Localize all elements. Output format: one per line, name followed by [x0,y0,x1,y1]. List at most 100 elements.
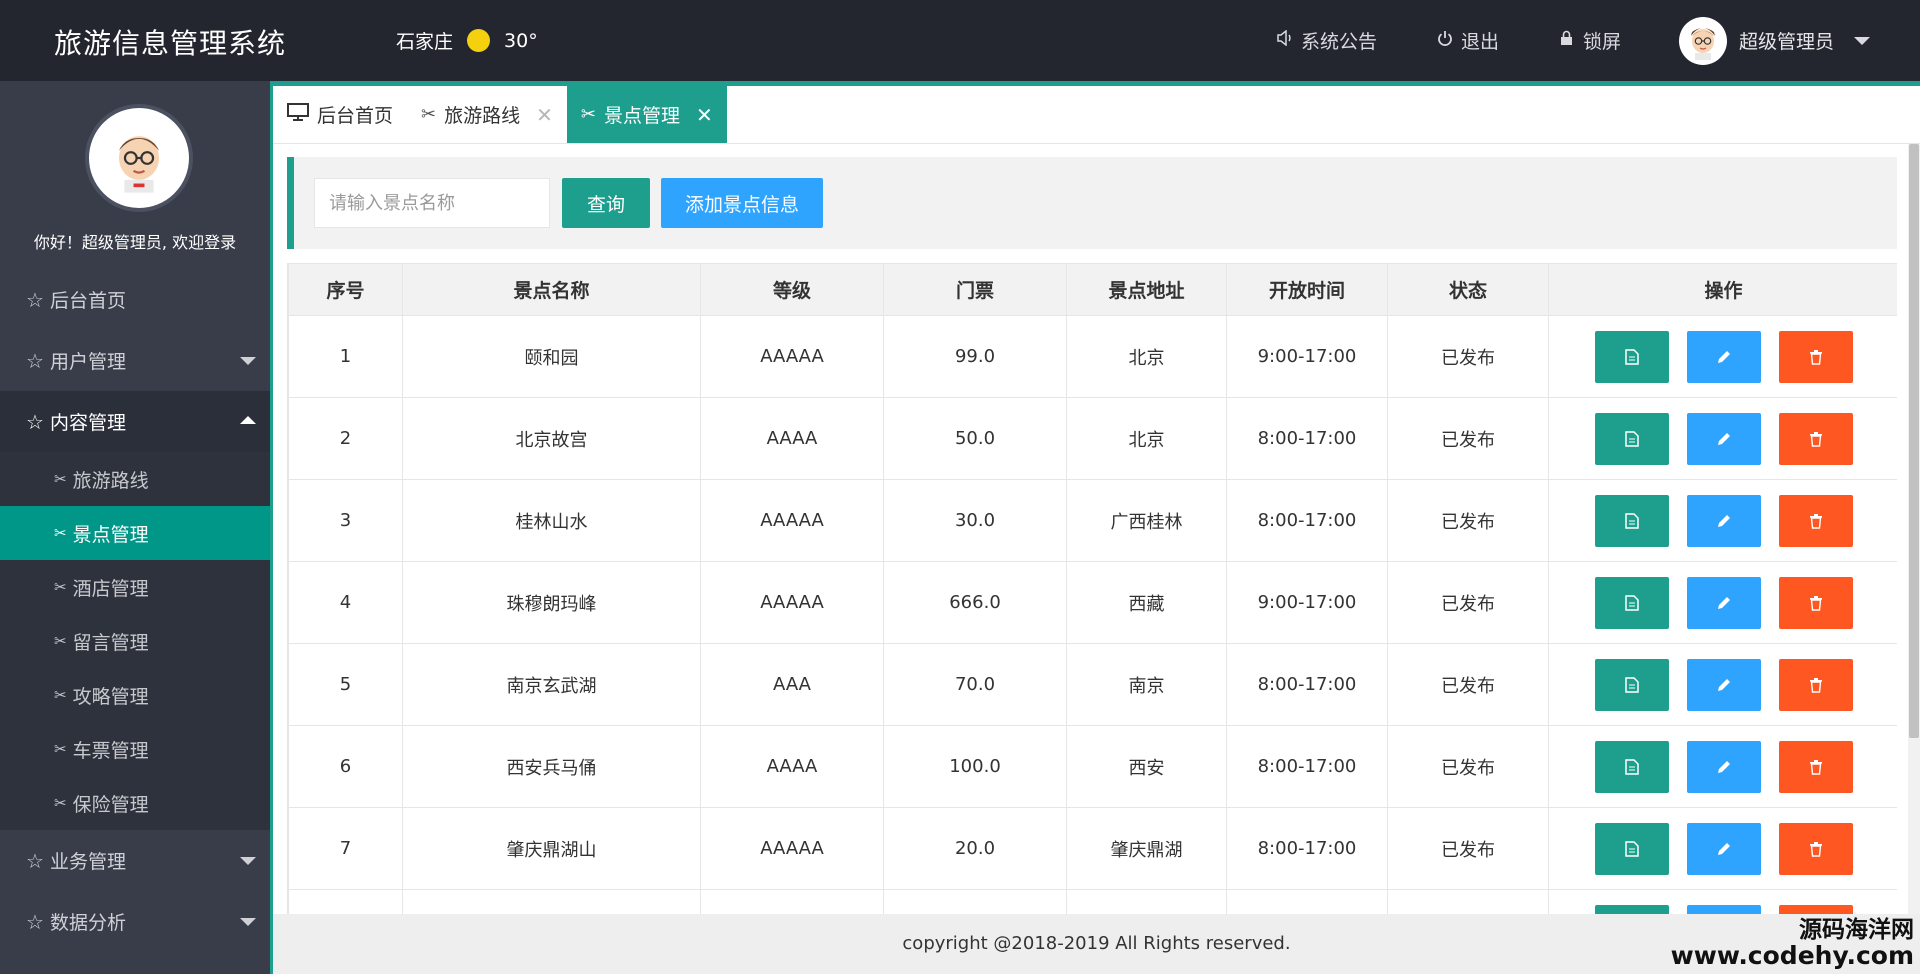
cell-hours: 8:00-17:00 [1226,807,1388,890]
trash-icon [1809,841,1822,857]
sidebar-subitem-tickets[interactable]: ✂ 车票管理 [0,722,270,776]
sidebar-item-home[interactable]: ☆ 后台首页 [0,269,270,330]
sidebar-subitem-hotels[interactable]: ✂ 酒店管理 [0,560,270,614]
delete-button[interactable] [1778,576,1853,629]
cell-index: 7 [288,807,403,890]
system-notice-link[interactable]: 系统公告 [1275,27,1377,54]
sidebar-item-business-management[interactable]: ☆ 业务管理 [0,830,270,891]
cell-level: AAAAA [700,807,884,890]
pencil-icon [1717,678,1730,691]
tab-home[interactable]: 后台首页 [273,86,407,143]
pencil-icon [1717,432,1730,445]
table-row: 2 北京故宫 AAAA 50.0 北京 8:00-17:00 已发布 [288,397,1897,480]
view-button[interactable] [1594,576,1669,629]
column-header: 序号 [288,263,403,316]
edit-button[interactable] [1686,904,1761,914]
table-row: 7 肇庆鼎湖山 AAAAA 20.0 肇庆鼎湖 8:00-17:00 已发布 [288,807,1897,890]
cell-actions [1548,397,1897,480]
trash-icon [1809,431,1822,447]
sidebar-item-label: 内容管理 [49,412,126,434]
document-icon [1624,840,1639,857]
delete-button[interactable] [1778,330,1853,383]
lock-icon [1557,30,1577,51]
delete-button[interactable] [1778,740,1853,793]
sidebar-subitem-guides[interactable]: ✂ 攻略管理 [0,668,270,722]
sidebar-subitem-label: 旅游路线 [72,469,149,492]
view-button[interactable] [1594,330,1669,383]
cell-level: AAAA [700,397,884,480]
chevron-up-icon [240,416,256,424]
delete-button[interactable] [1778,658,1853,711]
delete-button[interactable] [1778,822,1853,875]
edit-button[interactable] [1686,740,1761,793]
star-icon: ☆ [26,409,44,434]
edit-button[interactable] [1686,576,1761,629]
sidebar-item-user-management[interactable]: ☆ 用户管理 [0,330,270,391]
trash-icon [1809,677,1822,693]
tools-icon: ✂ [54,524,67,542]
cell-actions [1548,807,1897,890]
lock-screen-link[interactable]: 锁屏 [1557,27,1621,54]
view-button[interactable] [1594,822,1669,875]
cell-hours: 8:00-17:00 [1226,725,1388,808]
pencil-icon [1717,842,1730,855]
sidebar-subitem-messages[interactable]: ✂ 留言管理 [0,614,270,668]
watermark-url: www.codehy.com [1670,941,1914,970]
tools-icon: ✂ [54,794,67,812]
edit-button[interactable] [1686,412,1761,465]
temperature: 30° [504,29,538,52]
cell-ticket: 20.0 [883,807,1067,890]
view-button[interactable] [1594,412,1669,465]
user-menu[interactable]: 超级管理员 [1678,16,1870,65]
main-content: 查询 添加景点信息 序号 景点名称 等级 门票 景点地址 开放时间 状态 操作 [273,144,1920,914]
delete-button[interactable] [1778,412,1853,465]
add-scenic-spot-button[interactable]: 添加景点信息 [661,178,823,228]
view-button[interactable] [1594,904,1669,914]
edit-button[interactable] [1686,658,1761,711]
tools-icon: ✂ [54,578,67,596]
document-icon [1624,512,1639,529]
sidebar-item-data-analysis[interactable]: ☆ 数据分析 [0,891,270,952]
search-input[interactable] [314,178,550,228]
weather-widget: 石家庄 30° [396,27,538,54]
delete-button[interactable] [1778,904,1853,914]
tools-icon: ✂ [54,632,67,650]
scenic-spot-table: 序号 景点名称 等级 门票 景点地址 开放时间 状态 操作 1 颐和园 AAAA… [287,263,1897,914]
tab-bar: 后台首页 ✂ 旅游路线 ✕ ✂ 景点管理 ✕ [273,81,1920,144]
sidebar-item-content-management[interactable]: ☆ 内容管理 [0,391,270,452]
sidebar-subitem-travel-routes[interactable]: ✂ 旅游路线 [0,452,270,506]
edit-button[interactable] [1686,822,1761,875]
view-button[interactable] [1594,740,1669,793]
close-icon[interactable]: ✕ [536,103,553,127]
table-row: 1 颐和园 AAAAA 99.0 北京 9:00-17:00 已发布 [288,315,1897,398]
cell-actions [1548,315,1897,398]
star-icon: ☆ [26,348,44,373]
view-button[interactable] [1594,494,1669,547]
edit-button[interactable] [1686,330,1761,383]
tab-travel-routes[interactable]: ✂ 旅游路线 ✕ [407,86,567,143]
query-button[interactable]: 查询 [562,178,650,228]
cell-name: 北京故宫 [402,397,701,480]
tab-scenic-spots[interactable]: ✂ 景点管理 ✕ [566,86,727,143]
cell-name: 颐和园 [402,315,701,398]
watermark-title: 源码海洋网 [1799,917,1914,943]
cell-ticket: 70.0 [883,643,1067,726]
sidebar-item-label: 数据分析 [49,912,126,934]
sidebar-subitem-scenic-spots[interactable]: ✂ 景点管理 [0,506,270,560]
cell-index: 2 [288,397,403,480]
sidebar-subitem-insurance[interactable]: ✂ 保险管理 [0,776,270,830]
sidebar-item-label: 后台首页 [49,290,126,312]
cell-actions [1548,479,1897,562]
table-row: 5 南京玄武湖 AAA 70.0 南京 8:00-17:00 已发布 [288,643,1897,726]
close-icon[interactable]: ✕ [696,103,713,127]
view-button[interactable] [1594,658,1669,711]
cell-ticket: 30.0 [883,479,1067,562]
logout-link[interactable]: 退出 [1435,27,1499,54]
scrollbar-thumb[interactable] [1909,144,1919,738]
delete-button[interactable] [1778,494,1853,547]
sidebar-subitem-label: 景点管理 [72,523,149,546]
edit-button[interactable] [1686,494,1761,547]
tab-label: 后台首页 [317,105,394,127]
cell-level: AAAAA [700,561,884,644]
top-header: 旅游信息管理系统 石家庄 30° 系统公告 退出 锁屏 超级管理员 [0,0,1920,81]
